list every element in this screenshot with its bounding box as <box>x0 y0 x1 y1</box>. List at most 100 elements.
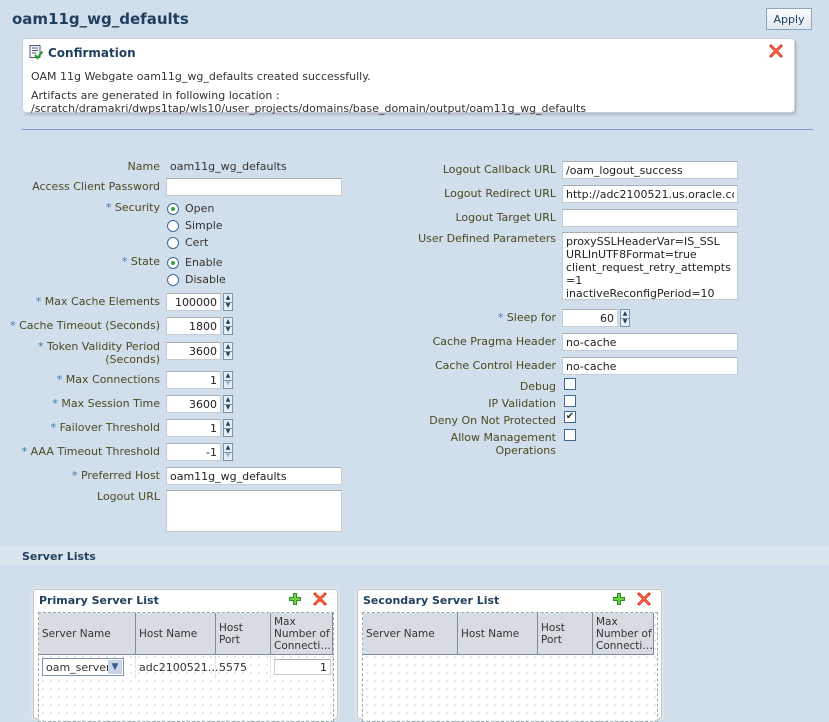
token-validity-input[interactable] <box>166 342 221 360</box>
server-name-dropdown[interactable]: oam_server ▼ <box>42 658 124 676</box>
token-validity-spinner[interactable]: ▲ ▼ <box>223 342 233 360</box>
cache-pragma-header-input[interactable] <box>562 333 738 351</box>
failover-threshold-spinner[interactable]: ▲ ▼ <box>223 419 233 437</box>
max-connections-row-input[interactable] <box>274 659 331 675</box>
logout-target-url-input[interactable] <box>562 209 738 227</box>
label-text: Cache Timeout (Seconds) <box>19 319 160 332</box>
access-client-password-input[interactable] <box>166 178 342 196</box>
host-name-cell: adc2100521.… <box>136 656 222 678</box>
preferred-host-input[interactable] <box>166 467 342 485</box>
column-header-host-name[interactable]: Host Name <box>136 613 216 655</box>
column-header-max-connections[interactable]: Max Number of Connecti… <box>271 613 333 655</box>
logout-redirect-url-input[interactable] <box>562 185 738 203</box>
sleep-for-input[interactable] <box>562 309 618 327</box>
spin-up-icon[interactable]: ▲ <box>224 420 232 428</box>
max-cache-elements-label: * Max Cache Elements <box>36 295 160 308</box>
radio-button[interactable] <box>167 273 179 286</box>
confirmation-title: Confirmation <box>48 46 136 60</box>
secondary-server-list-title: Secondary Server List <box>363 594 500 607</box>
column-header-max-connections[interactable]: Max Number of Connecti… <box>593 613 654 655</box>
max-connections-input[interactable] <box>166 371 221 389</box>
primary-server-list-title: Primary Server List <box>39 594 159 607</box>
column-header-server-name[interactable]: Server Name <box>363 613 458 655</box>
logout-url-textarea[interactable] <box>166 490 342 532</box>
max-cache-elements-input[interactable] <box>166 293 221 311</box>
aaa-timeout-threshold-spinner[interactable]: ▲ ▼ <box>223 443 233 461</box>
spin-up-icon[interactable]: ▲ <box>224 444 232 452</box>
add-plus-icon[interactable] <box>612 592 626 606</box>
primary-server-list-panel: Primary Server List Server Name Host Nam… <box>33 589 338 722</box>
secondary-server-list-panel: Secondary Server List Server Name Host N… <box>357 589 662 722</box>
add-plus-icon[interactable] <box>288 592 302 606</box>
label-text: Max Connections <box>65 373 160 386</box>
radio-button[interactable] <box>167 219 179 232</box>
confirmation-document-check-icon <box>29 45 43 60</box>
column-header-host-port[interactable]: Host Port <box>538 613 593 655</box>
token-validity-label: * Token Validity Period (Seconds) <box>38 340 160 366</box>
spin-down-icon[interactable]: ▼ <box>621 317 629 327</box>
spin-up-icon[interactable]: ▲ <box>224 396 232 404</box>
spin-up-icon[interactable]: ▲ <box>224 318 232 326</box>
security-label-text: Security <box>114 201 160 214</box>
column-header-server-name[interactable]: Server Name <box>39 613 136 655</box>
spin-up-icon[interactable]: ▲ <box>621 310 629 318</box>
cache-timeout-spinner[interactable]: ▲ ▼ <box>223 317 233 335</box>
cache-control-header-input[interactable] <box>562 357 738 375</box>
delete-x-icon[interactable] <box>313 592 327 606</box>
spin-up-icon[interactable]: ▲ <box>224 294 232 302</box>
radio-button[interactable] <box>167 236 179 249</box>
security-radio-simple[interactable]: Simple <box>167 219 223 232</box>
label-text: Allow Management <box>450 431 556 444</box>
chevron-down-icon[interactable]: ▼ <box>108 660 122 674</box>
ip-validation-checkbox[interactable] <box>564 395 576 407</box>
delete-x-icon[interactable] <box>637 592 651 606</box>
max-session-time-spinner[interactable]: ▲ ▼ <box>223 395 233 413</box>
spin-up-icon[interactable]: ▲ <box>224 343 232 351</box>
spin-down-icon[interactable]: ▼ <box>224 427 232 437</box>
state-radio-enable[interactable]: Enable <box>167 256 222 269</box>
spin-down-icon[interactable]: ▼ <box>224 451 232 461</box>
failover-threshold-input[interactable] <box>166 419 221 437</box>
required-marker: * <box>38 340 44 353</box>
logout-callback-url-input[interactable] <box>562 161 738 179</box>
column-header-host-name[interactable]: Host Name <box>458 613 538 655</box>
max-connections-spinner[interactable]: ▲ ▼ <box>223 371 233 389</box>
secondary-server-table: Server Name Host Name Host Port Max Numb… <box>362 612 658 722</box>
logout-target-url-label: Logout Target URL <box>455 211 556 224</box>
aaa-timeout-threshold-input[interactable] <box>166 443 221 461</box>
radio-label: Enable <box>185 256 223 269</box>
security-label: * Security <box>106 201 160 214</box>
security-radio-open[interactable]: Open <box>167 202 214 215</box>
spin-down-icon[interactable]: ▼ <box>224 403 232 413</box>
failover-threshold-label: * Failover Threshold <box>51 421 160 434</box>
max-connections-cell <box>271 656 333 678</box>
deny-on-not-protected-checkbox[interactable]: ✔ <box>564 411 576 423</box>
spin-up-icon[interactable]: ▲ <box>224 372 232 380</box>
max-session-time-input[interactable] <box>166 395 221 413</box>
spin-down-icon[interactable]: ▼ <box>224 325 232 335</box>
state-radio-disable[interactable]: Disable <box>167 273 226 286</box>
page-title: oam11g_wg_defaults <box>12 10 189 28</box>
radio-label: Simple <box>185 219 223 232</box>
column-header-host-port[interactable]: Host Port <box>216 613 271 655</box>
radio-button[interactable] <box>167 256 179 269</box>
deny-on-not-protected-label: Deny On Not Protected <box>429 414 556 427</box>
user-defined-parameters-textarea[interactable] <box>562 232 738 300</box>
cache-timeout-input[interactable] <box>166 317 221 335</box>
allow-management-operations-label: Allow Management Operations <box>451 431 556 457</box>
allow-management-operations-checkbox[interactable] <box>564 429 576 441</box>
ip-validation-label: IP Validation <box>488 397 556 410</box>
close-x-icon[interactable] <box>769 44 783 58</box>
spin-down-icon[interactable]: ▼ <box>224 379 232 389</box>
apply-button[interactable]: Apply <box>766 8 812 30</box>
max-cache-elements-spinner[interactable]: ▲ ▼ <box>223 293 233 311</box>
required-marker: * <box>105 201 112 214</box>
debug-checkbox[interactable] <box>564 378 576 390</box>
spin-down-icon[interactable]: ▼ <box>224 350 232 360</box>
security-radio-cert[interactable]: Cert <box>167 236 208 249</box>
sleep-for-spinner[interactable]: ▲ ▼ <box>620 309 630 327</box>
name-value: oam11g_wg_defaults <box>170 160 287 173</box>
spin-down-icon[interactable]: ▼ <box>224 301 232 311</box>
radio-button[interactable] <box>167 202 179 215</box>
required-marker: * <box>497 311 504 324</box>
